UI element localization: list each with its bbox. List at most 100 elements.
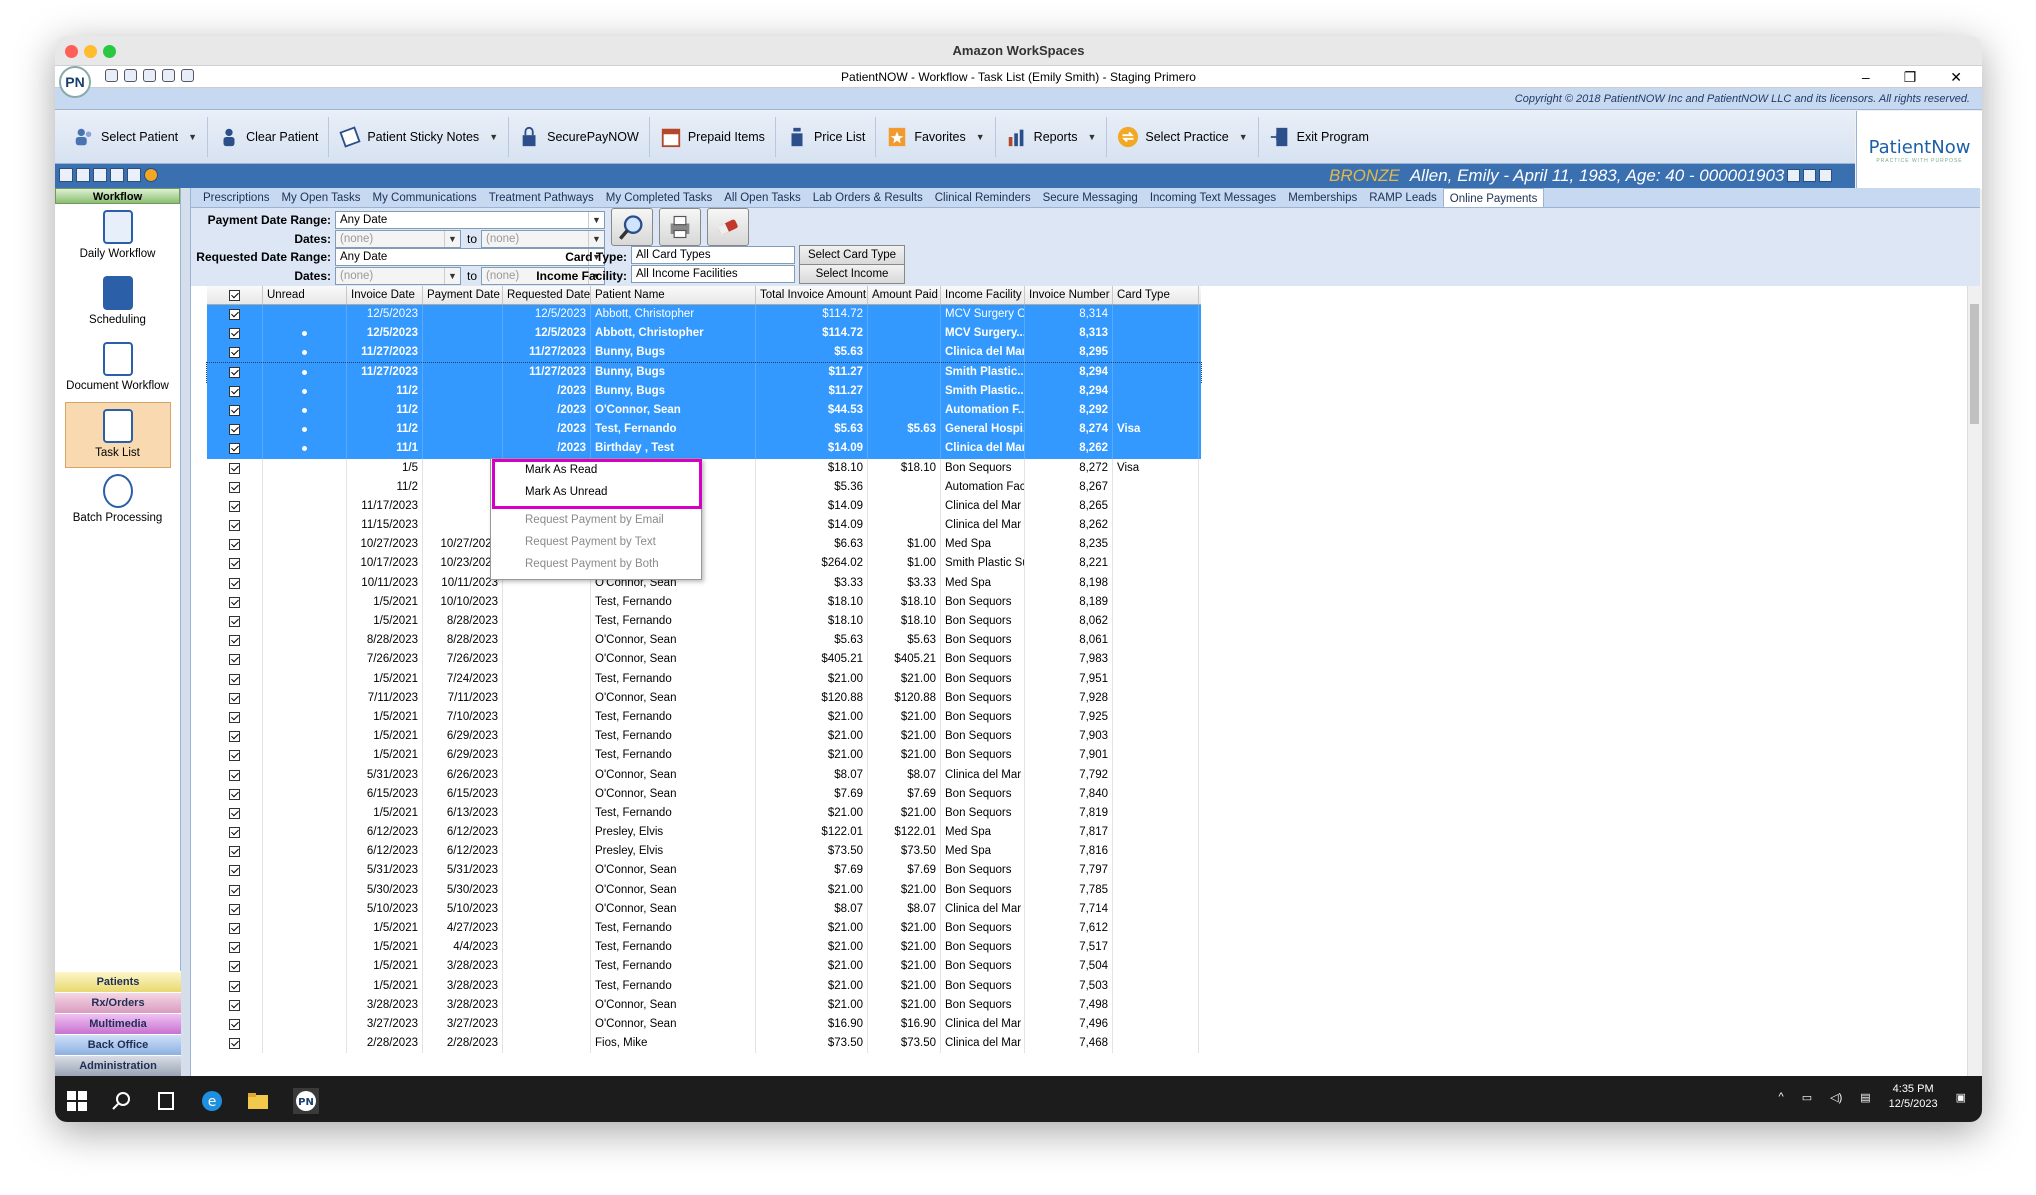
row-checkbox[interactable] xyxy=(229,424,240,436)
list-icon[interactable] xyxy=(59,168,73,182)
row-checkbox-cell[interactable] xyxy=(207,516,263,536)
table-row[interactable]: 1/5/2021 3/28/2023 Test, Fernando $21.00 $21… xyxy=(207,976,1201,996)
table-row[interactable]: 1/5/2021 7/24/2023 Test, Fernando $21.00 $21… xyxy=(207,669,1201,689)
table-row[interactable]: 11/1/2023 Birthday , Test $14.09 Clinica de… xyxy=(207,439,1201,459)
chat-icon[interactable] xyxy=(76,168,90,182)
row-checkbox[interactable] xyxy=(229,500,240,512)
row-checkbox-cell[interactable] xyxy=(207,957,263,977)
image-icon[interactable] xyxy=(1819,169,1832,182)
menu-item-mark-as-unread[interactable]: Mark As Unread xyxy=(491,481,701,503)
table-row[interactable]: 1/5/2021 3/28/2023 Test, Fernando $21.00 $21… xyxy=(207,957,1201,977)
row-checkbox[interactable] xyxy=(229,404,240,416)
row-checkbox-cell[interactable] xyxy=(207,631,263,651)
network-icon[interactable]: ▭ xyxy=(1802,1091,1812,1104)
prepaid-items-button[interactable]: Prepaid Items xyxy=(650,117,776,157)
table-row[interactable]: 1/5/2021 6/13/2023 Test, Fernando $21.00 $21… xyxy=(207,803,1201,824)
module-rx-orders[interactable]: Rx/Orders xyxy=(55,992,181,1013)
row-checkbox[interactable] xyxy=(229,347,240,359)
row-checkbox-cell[interactable] xyxy=(207,880,263,900)
patient-sticky-notes-button[interactable]: Patient Sticky Notes ▼ xyxy=(329,117,510,157)
select-card-type-button[interactable]: Select Card Type xyxy=(799,245,905,265)
table-row[interactable]: 8/28/2023 8/28/2023 O'Connor, Sean $5.63 $5.… xyxy=(207,631,1201,651)
card-icon[interactable] xyxy=(1787,169,1800,182)
menu-item-mark-as-read[interactable]: Mark As Read xyxy=(491,459,701,481)
info-icon[interactable] xyxy=(162,69,175,82)
price-list-button[interactable]: Price List xyxy=(776,117,877,157)
phone-icon[interactable] xyxy=(110,168,124,182)
table-row[interactable]: 10/17/202310/23/2023Test, Brenda$264.02$… xyxy=(207,554,1201,574)
table-row[interactable]: 1/5/2021 10/10/2023 Test, Fernando $18.10 $1… xyxy=(207,592,1201,612)
row-checkbox[interactable] xyxy=(229,999,240,1011)
row-checkbox-cell[interactable] xyxy=(207,458,263,478)
select-income-facility-button[interactable]: Select Income Facility xyxy=(799,264,905,298)
keyboard-icon[interactable]: ▤ xyxy=(1860,1091,1870,1104)
row-checkbox-cell[interactable] xyxy=(207,612,263,632)
row-checkbox[interactable] xyxy=(229,827,240,839)
table-row[interactable]: 11/2/2023 Test, Fernando $5.63 $5.63 General… xyxy=(207,420,1201,440)
row-checkbox-cell[interactable] xyxy=(207,554,263,574)
caret-down-icon[interactable]: ▼ xyxy=(976,132,985,142)
table-row[interactable]: 5/30/2023 5/30/2023 O'Connor, Sean $21.00 $2… xyxy=(207,880,1201,900)
grid-icon[interactable] xyxy=(1803,169,1816,182)
table-row[interactable]: 11/15/202311/15/2023Birthday , Test$14.0… xyxy=(207,516,1201,536)
row-checkbox-cell[interactable] xyxy=(207,746,263,766)
world-icon[interactable] xyxy=(127,168,141,182)
row-checkbox-cell[interactable] xyxy=(207,573,263,593)
row-checkbox[interactable] xyxy=(229,443,240,455)
row-checkbox-cell[interactable] xyxy=(207,420,263,440)
table-row[interactable]: 11/27/2023 11/27/2023 Bunny, Bugs $11.27 Smi… xyxy=(206,361,1202,383)
volume-icon[interactable]: ◁) xyxy=(1830,1091,1842,1104)
tab-memberships[interactable]: Memberships xyxy=(1282,188,1363,207)
column-header-card-type[interactable]: Card Type xyxy=(1113,286,1199,304)
row-checkbox[interactable] xyxy=(229,961,240,973)
edge-browser-icon[interactable]: e xyxy=(201,1090,223,1112)
clear-filters-button[interactable] xyxy=(707,208,749,246)
row-checkbox-cell[interactable] xyxy=(207,477,263,497)
column-header-income-facility[interactable]: Income Facility xyxy=(941,286,1025,304)
minimize-window-button[interactable] xyxy=(84,45,97,58)
minimize-button[interactable]: – xyxy=(1862,66,1870,88)
securepaynow-button[interactable]: SecurePayNOW xyxy=(509,117,650,157)
row-checkbox[interactable] xyxy=(229,788,240,800)
sidebar-item-scheduling[interactable]: Scheduling xyxy=(65,270,171,336)
column-header-invoice-date[interactable]: Invoice Date xyxy=(347,286,423,304)
table-row[interactable]: 11/17/202311/17/2023Stewart, Patrick$14.… xyxy=(207,496,1201,517)
task-view-icon[interactable] xyxy=(155,1091,177,1111)
row-checkbox[interactable] xyxy=(229,692,240,704)
row-checkbox[interactable] xyxy=(229,1038,240,1050)
table-row[interactable]: 11/27/2023 11/27/2023 Bunny, Bugs $5.63 Clin… xyxy=(207,343,1201,363)
column-header-invoice-number[interactable]: Invoice Number xyxy=(1025,286,1113,304)
caret-down-icon[interactable]: ▼ xyxy=(188,132,197,142)
row-checkbox[interactable] xyxy=(229,923,240,934)
row-checkbox-cell[interactable] xyxy=(207,688,263,708)
notifications-icon[interactable]: ▣ xyxy=(1956,1091,1966,1104)
table-row[interactable]: 6/12/2023 6/12/2023 Presley, Elvis $73.50 $7… xyxy=(207,842,1201,862)
photo-icon[interactable] xyxy=(93,168,107,182)
column-header-total-invoice-amount[interactable]: Total Invoice Amount xyxy=(756,286,868,304)
reports-button[interactable]: Reports ▼ xyxy=(996,117,1108,157)
row-checkbox[interactable] xyxy=(229,673,240,685)
select-all-checkbox[interactable] xyxy=(229,290,240,301)
row-checkbox-cell[interactable] xyxy=(207,784,263,804)
patientnow-taskbar-icon[interactable]: PN xyxy=(293,1088,319,1114)
row-checkbox-cell[interactable] xyxy=(207,1014,263,1035)
table-row[interactable]: 1/5/2021 4/27/2023 Test, Fernando $21.00 $21… xyxy=(207,919,1201,939)
table-row[interactable]: 11/2/2023 Bunny, Bugs $11.27 Smith Plastic.… xyxy=(207,381,1201,401)
table-row[interactable]: 12/5/2023 12/5/2023 Abbott, Christopher $11… xyxy=(207,305,1201,325)
row-checkbox-cell[interactable] xyxy=(207,592,263,612)
table-row[interactable]: 3/28/2023 3/28/2023 O'Connor, Sean $21.00 $2… xyxy=(207,995,1201,1015)
caret-down-icon[interactable]: ▼ xyxy=(1087,132,1096,142)
tab-all-open-tasks[interactable]: All Open Tasks xyxy=(718,188,807,207)
table-row[interactable]: 1/52/2023Test, Fernando$18.10$18.10Bon S… xyxy=(207,458,1201,478)
sidebar-splitter[interactable] xyxy=(181,188,191,1076)
row-checkbox-cell[interactable] xyxy=(207,305,263,325)
table-row[interactable]: 10/11/2023 10/11/2023 O'Connor, Sean $3.33 $… xyxy=(207,573,1201,593)
row-checkbox-cell[interactable] xyxy=(207,899,263,919)
caret-down-icon[interactable]: ▼ xyxy=(489,132,498,142)
row-checkbox-cell[interactable] xyxy=(207,343,263,363)
row-checkbox[interactable] xyxy=(229,558,240,570)
windows-start-icon[interactable] xyxy=(67,1091,87,1111)
tab-prescriptions[interactable]: Prescriptions xyxy=(197,188,275,207)
row-checkbox-cell[interactable] xyxy=(207,362,263,382)
table-row[interactable]: 6/15/2023 6/15/2023 O'Connor, Sean $7.69 $7.… xyxy=(207,784,1201,804)
